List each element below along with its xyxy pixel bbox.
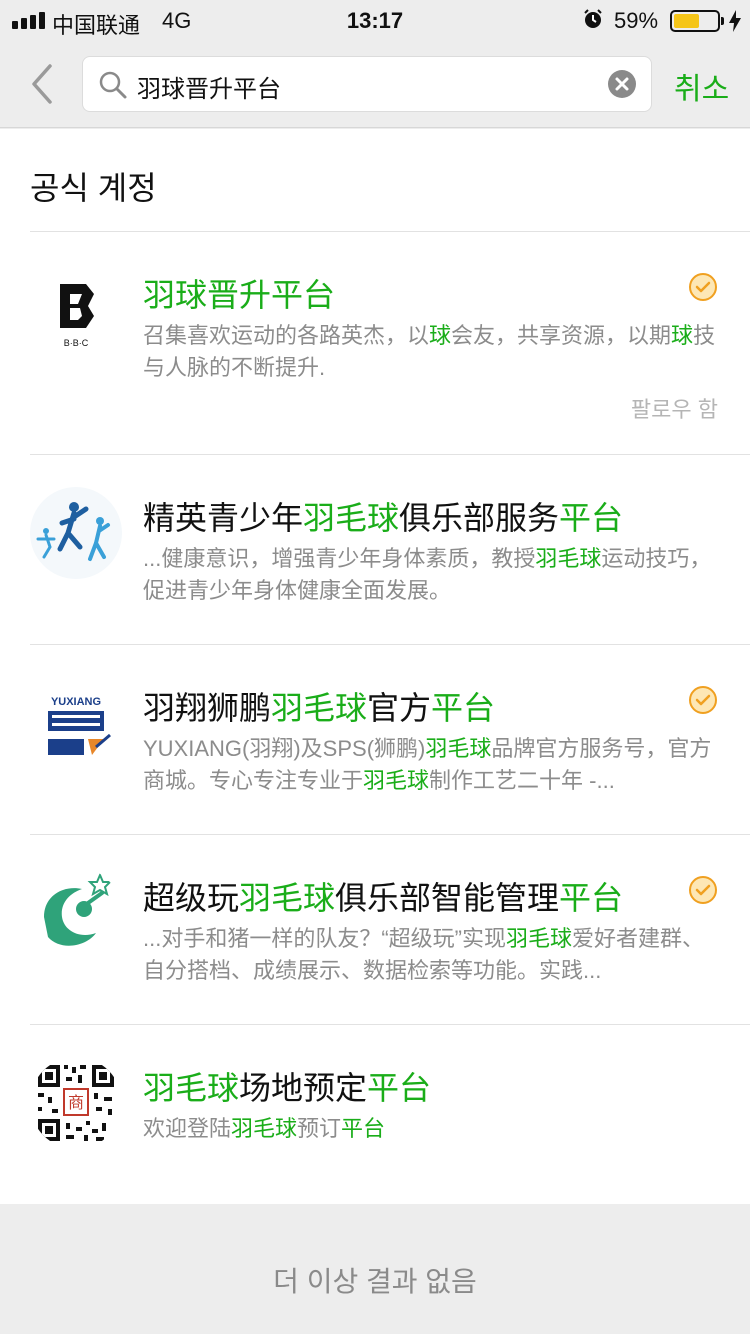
- verified-badge-icon: [689, 876, 717, 904]
- account-avatar: [30, 487, 122, 579]
- text-segment: 超级玩: [143, 880, 240, 916]
- highlighted-keyword: 平台: [559, 500, 624, 536]
- highlighted-keyword: 羽毛球: [425, 736, 492, 761]
- highlighted-keyword: 平台: [559, 880, 624, 916]
- result-description: 欢迎登陆羽毛球预订平台: [143, 1113, 723, 1145]
- highlighted-keyword: 平台: [367, 1070, 432, 1106]
- result-description: YUXIANG(羽翔)及SPS(狮鹏)羽毛球品牌官方服务号，官方商城。专心专注专…: [143, 733, 723, 797]
- battery-cap: [721, 17, 724, 25]
- result-title: 精英青少年羽毛球俱乐部服务平台: [143, 493, 623, 539]
- search-query-text: 羽球晋升平台: [137, 76, 281, 103]
- text-segment: YUXIANG(羽翔)及SPS(狮鹏): [143, 736, 426, 761]
- text-segment: 欢迎登陆: [143, 1116, 232, 1141]
- result-item[interactable]: 精英青少年羽毛球俱乐部服务平台 ...健康意识，增强青少年身体素质，教授羽毛球运…: [0, 455, 750, 645]
- highlighted-keyword: 球: [429, 323, 452, 348]
- highlighted-keyword: 羽毛球: [271, 690, 368, 726]
- search-icon: [99, 71, 127, 99]
- highlighted-keyword: 羽毛球: [143, 1070, 240, 1106]
- result-item[interactable]: 超级玩羽毛球俱乐部智能管理平台 ...对手和猪一样的队友？“超级玩”实现羽毛球爱…: [0, 835, 750, 1025]
- highlighted-keyword: 羽毛球: [535, 546, 602, 571]
- text-segment: 场地预定: [239, 1070, 368, 1106]
- result-title: 羽球晋升平台: [143, 270, 335, 316]
- text-segment: ...健康意识，增强青少年身体素质，教授: [143, 546, 536, 571]
- text-segment: 官方: [367, 690, 432, 726]
- account-avatar: [30, 867, 122, 959]
- text-segment: 制作工艺二十年 -...: [429, 768, 615, 793]
- text-segment: 羽翔狮鹏: [143, 690, 272, 726]
- status-bar: 中国联通 4G 13:17 59%: [0, 0, 750, 42]
- text-segment: 俱乐部服务: [399, 500, 560, 536]
- highlighted-keyword: 羽毛球: [239, 880, 336, 916]
- highlighted-keyword: 羽毛球: [506, 926, 573, 951]
- text-segment: 会友，共享资源，以期: [451, 323, 672, 348]
- avatar-caption: B·B·C: [64, 338, 89, 348]
- result-title: 超级玩羽毛球俱乐部智能管理平台: [143, 873, 623, 919]
- text-segment: 预订: [297, 1116, 342, 1141]
- account-avatar: B·B·C: [30, 264, 122, 356]
- charging-bolt-icon: [729, 10, 741, 32]
- result-title: 羽毛球场地预定平台: [143, 1063, 431, 1109]
- search-input[interactable]: 羽球晋升平台: [82, 56, 652, 112]
- search-header: 羽球晋升平台 취소: [0, 42, 750, 128]
- highlighted-keyword: 羽毛球: [231, 1116, 298, 1141]
- alarm-icon: [584, 9, 602, 28]
- cancel-button[interactable]: 취소: [674, 64, 729, 108]
- result-item[interactable]: YUXIANG 羽翔狮鹏羽毛球官方平台 YUXIANG(羽翔)及SPS(狮鹏)羽…: [0, 645, 750, 835]
- result-item[interactable]: B·B·C 羽球晋升平台 召集喜欢运动的各路英杰，以球会友，共享资源，以期球技与…: [0, 232, 750, 455]
- section-title: 공식 계정: [30, 170, 157, 206]
- result-title: 羽翔狮鹏羽毛球官方平台: [143, 683, 495, 729]
- result-item[interactable]: 商 羽毛球场地预定平台 欢迎登陆羽毛球预订平台: [0, 1025, 750, 1204]
- text-segment: 俱乐部智能管理: [335, 880, 560, 916]
- follow-status: 팔로우 함: [630, 397, 718, 422]
- text-segment: 精英青少年: [143, 500, 304, 536]
- highlighted-keyword: 羽毛球: [363, 768, 430, 793]
- highlighted-keyword: 平台: [431, 690, 496, 726]
- battery-icon: [670, 10, 720, 32]
- highlighted-keyword: 羽毛球: [303, 500, 400, 536]
- battery-percentage: 59%: [614, 8, 659, 33]
- result-description: ...对手和猪一样的队友？“超级玩”实现羽毛球爱好者建群、自分搭档、成绩展示、数…: [143, 923, 723, 987]
- result-description: ...健康意识，增强青少年身体素质，教授羽毛球运动技巧，促进青少年身体健康全面发…: [143, 543, 723, 607]
- results-panel: 공식 계정 B·B·C 羽球晋升平台 召集喜欢运动的各路英杰，以球会友，共享资源…: [0, 129, 750, 1204]
- verified-badge-icon: [689, 686, 717, 714]
- qr-center-logo: 商: [68, 1093, 84, 1112]
- avatar-caption: YUXIANG: [51, 696, 101, 708]
- highlighted-keyword: 球: [671, 323, 694, 348]
- results-footer: 더 이상 결과 없음: [0, 1204, 750, 1334]
- highlighted-keyword: 羽球晋升平台: [143, 277, 336, 313]
- no-more-results-label: 더 이상 결과 없음: [273, 1266, 477, 1297]
- result-description: 召集喜欢运动的各路英杰，以球会友，共享资源，以期球技与人脉的不断提升.: [143, 320, 723, 384]
- qr-code-avatar: 商: [30, 1057, 122, 1149]
- battery-level-fill: [674, 14, 699, 28]
- chevron-left-icon[interactable]: [26, 62, 58, 106]
- account-avatar: YUXIANG: [30, 677, 122, 769]
- text-segment: ...对手和猪一样的队友？“超级玩”实现: [143, 926, 506, 951]
- clear-icon[interactable]: [607, 69, 637, 99]
- verified-badge-icon: [689, 273, 717, 301]
- text-segment: 召集喜欢运动的各路英杰，以: [143, 323, 430, 348]
- highlighted-keyword: 平台: [341, 1116, 386, 1141]
